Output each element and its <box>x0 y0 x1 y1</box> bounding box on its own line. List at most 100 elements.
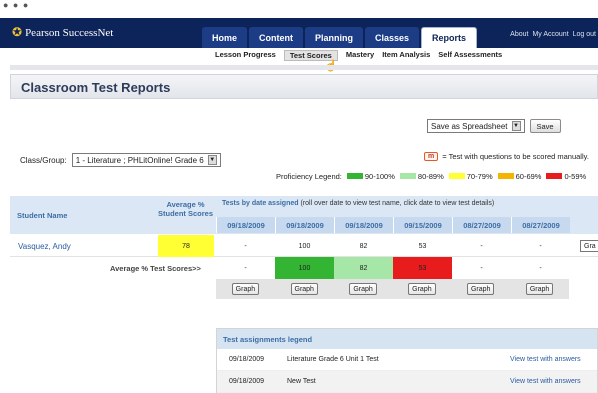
class-group-select[interactable]: 1 - Literature ; PHLitOnline! Grade 6 ▼ <box>71 153 221 167</box>
graph-cell: Graph <box>216 279 275 299</box>
avg-score-cell: - <box>539 264 542 272</box>
legend-label: 90-100% <box>364 172 395 181</box>
page-title: Classroom Test Reports <box>21 80 171 95</box>
legend-item: 60-69% <box>497 172 542 181</box>
graph-cell: Graph <box>451 279 510 299</box>
legend-swatch <box>399 173 416 179</box>
assignment-name: Literature Grade 6 Unit 1 Test <box>287 356 379 363</box>
view-test-link[interactable]: View test with answers <box>510 378 581 385</box>
legend-item: 80-89% <box>399 172 444 181</box>
average-row-label: Average % Test Scores>> <box>110 264 201 273</box>
title-bar: Classroom Test Reports <box>10 74 598 99</box>
legend-label: 0-59% <box>564 172 587 181</box>
manual-badge: m <box>424 152 439 161</box>
student-name-link[interactable]: Vasquez, Andy <box>18 242 71 251</box>
student-graph-button[interactable]: Gra <box>580 240 598 252</box>
assignment-name: New Test <box>287 378 316 385</box>
legend-label: 70-79% <box>466 172 493 181</box>
assignment-date: 09/18/2009 <box>229 356 265 363</box>
subnav-lesson-progress[interactable]: Lesson Progress <box>215 50 276 61</box>
average-scores: - 100 82 53 - - <box>216 257 570 279</box>
export-select-value: Save as Spreadsheet <box>431 121 508 131</box>
avg-score-cell: 100 <box>275 257 334 279</box>
manual-score-note: m = Test with questions to be scored man… <box>424 152 589 161</box>
class-group-label: Class/Group: <box>20 155 67 165</box>
graph-button[interactable]: Graph <box>290 283 318 295</box>
student-scores: - 100 82 53 - - <box>216 235 570 257</box>
logo-text: Pearson SuccessNet <box>25 26 114 39</box>
class-group-value: 1 - Literature ; PHLitOnline! Grade 6 <box>75 155 204 165</box>
export-select[interactable]: Save as Spreadsheet ▼ <box>427 119 525 133</box>
assignment-date: 09/18/2009 <box>229 378 265 385</box>
date-header-link[interactable]: 08/27/2009 <box>511 217 570 233</box>
list-item: 09/18/2009 New Test View test with answers <box>217 371 597 393</box>
save-button[interactable]: Save <box>529 119 561 133</box>
subnav-mastery[interactable]: Mastery <box>346 50 374 61</box>
app-header: ✪ Pearson SuccessNet Home Content Planning… <box>0 18 598 48</box>
browser-top: ● ● ● <box>0 0 598 18</box>
avg-score-cell: - <box>244 264 247 272</box>
subnav-item-analysis[interactable]: Item Analysis <box>382 50 430 61</box>
list-item: 09/18/2009 Literature Grade 6 Unit 1 Test… <box>217 349 597 371</box>
legend-item: 0-59% <box>546 172 586 181</box>
assignments-legend: Test assignments legend 09/18/2009 Litera… <box>216 328 598 393</box>
score-cell: 82 <box>359 242 368 250</box>
proficiency-legend: Proficiency Legend: 90-100% 80-89% 70-79% 6… <box>276 172 586 181</box>
legend-swatch <box>448 173 465 179</box>
tab-reports[interactable]: Reports <box>421 27 478 48</box>
date-header-link[interactable]: 09/18/2009 <box>334 217 393 233</box>
date-header-link[interactable]: 08/27/2009 <box>452 217 511 233</box>
avg-score-cell: 82 <box>334 257 393 279</box>
account-link[interactable]: Log out <box>573 31 596 38</box>
date-headers: 09/18/2009 09/18/2009 09/18/2009 09/15/2009… <box>216 217 570 233</box>
table-row: Vasquez, Andy 78 - 100 82 53 - - Gra <box>10 235 598 257</box>
export-controls: Save as Spreadsheet ▼ Save <box>427 119 561 133</box>
view-test-link[interactable]: View test with answers <box>510 356 581 363</box>
tab-content[interactable]: Content <box>249 27 304 48</box>
subnav-self-assessments[interactable]: Self Assessments <box>438 50 502 61</box>
assignments-legend-title: Test assignments legend <box>217 329 597 349</box>
graph-button[interactable]: Graph <box>525 283 554 295</box>
student-name-header: Student Name <box>17 211 68 220</box>
table-header: Student Name Average % Student Scores Te… <box>10 196 598 234</box>
legend-swatch <box>346 173 363 179</box>
average-row: Average % Test Scores>> - 100 82 53 - - <box>10 257 598 279</box>
legend-swatch <box>546 173 563 179</box>
legend-title: Proficiency Legend: <box>276 172 342 181</box>
graph-button[interactable]: Graph <box>408 283 436 295</box>
tests-header: Tests by date assigned (roll over date t… <box>222 200 494 207</box>
tests-header-title: Tests by date assigned <box>222 200 299 207</box>
account-link[interactable]: About <box>510 31 528 38</box>
tab-classes[interactable]: Classes <box>365 27 420 48</box>
dropdown-arrow-icon: ▼ <box>511 121 521 131</box>
divider <box>10 65 598 70</box>
window-dots: ● ● ● <box>3 0 30 10</box>
score-cell: - <box>244 242 247 250</box>
graph-button[interactable]: Graph <box>466 283 495 295</box>
pearson-logo[interactable]: ✪ Pearson SuccessNet <box>12 25 113 40</box>
date-header-link[interactable]: 09/18/2009 <box>275 217 334 233</box>
graph-cell: Graph <box>392 279 451 299</box>
dropdown-arrow-icon: ▼ <box>207 155 217 165</box>
legend-label: 60-69% <box>515 172 542 181</box>
tab-home[interactable]: Home <box>202 27 248 48</box>
avg-header: Average % Student Scores <box>158 200 214 218</box>
date-header-link[interactable]: 09/15/2009 <box>393 217 452 233</box>
class-group-row: Class/Group: 1 - Literature ; PHLitOnlin… <box>20 153 221 167</box>
score-cell: - <box>480 242 483 250</box>
graph-button[interactable]: Graph <box>349 283 377 295</box>
date-header-link[interactable]: 09/18/2009 <box>216 217 275 233</box>
graph-cell: Graph <box>334 279 393 299</box>
graph-cell: Graph <box>275 279 334 299</box>
account-links: About My Account Log out <box>510 31 596 38</box>
sub-nav: Lesson Progress Test Scores Mastery Item An… <box>0 48 598 62</box>
graph-button[interactable]: Graph <box>231 283 260 295</box>
star-icon: ✪ <box>12 25 23 39</box>
legend-item: 90-100% <box>346 172 395 181</box>
tab-planning[interactable]: Planning <box>305 27 364 48</box>
legend-label: 80-89% <box>417 172 444 181</box>
score-cell: - <box>539 242 542 250</box>
legend-item: 70-79% <box>448 172 493 181</box>
account-link[interactable]: My Account <box>532 31 568 38</box>
score-cell: 100 <box>298 242 311 250</box>
